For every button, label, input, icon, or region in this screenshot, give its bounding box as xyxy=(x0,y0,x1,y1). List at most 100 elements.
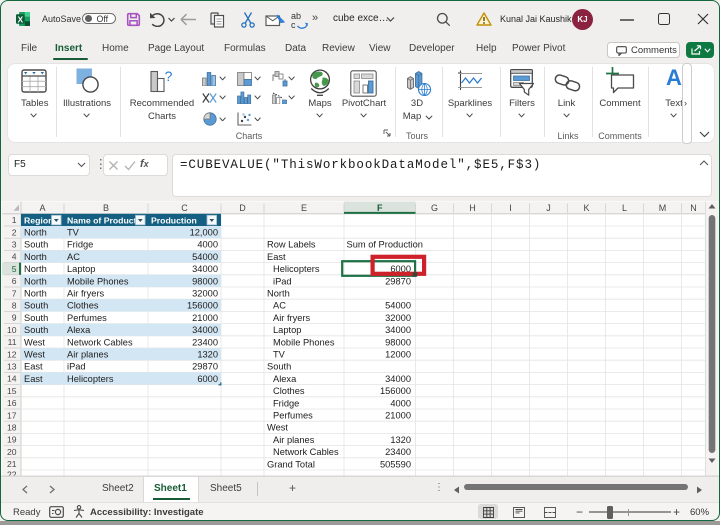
svg-text:East: East xyxy=(267,252,286,262)
svg-text:Mobile Phones: Mobile Phones xyxy=(273,337,335,347)
svg-text:TV: TV xyxy=(273,350,286,360)
svg-text:L: L xyxy=(622,203,627,213)
svg-text:5: 5 xyxy=(12,264,17,274)
svg-text:34000: 34000 xyxy=(192,325,218,335)
svg-text:7: 7 xyxy=(12,288,17,298)
svg-text:Network Cables: Network Cables xyxy=(67,337,133,347)
svg-text:156000: 156000 xyxy=(187,301,218,311)
svg-text:South: South xyxy=(24,240,48,250)
svg-text:West: West xyxy=(24,337,45,347)
svg-text:Production: Production xyxy=(151,215,197,225)
svg-text:South: South xyxy=(267,362,291,372)
svg-text:J: J xyxy=(546,203,551,213)
svg-text:Alexa: Alexa xyxy=(67,325,91,335)
svg-text:M: M xyxy=(659,203,667,213)
svg-text:Sum of Production: Sum of Production xyxy=(347,240,423,250)
svg-text:34000: 34000 xyxy=(385,325,411,335)
svg-text:H: H xyxy=(469,203,476,213)
svg-text:6000: 6000 xyxy=(197,374,218,384)
svg-text:16: 16 xyxy=(7,398,17,408)
svg-text:Air fryers: Air fryers xyxy=(273,313,311,323)
svg-text:West: West xyxy=(267,423,288,433)
svg-text:4: 4 xyxy=(12,252,17,262)
svg-text:East: East xyxy=(24,374,43,384)
svg-text:6: 6 xyxy=(12,276,17,286)
svg-text:2: 2 xyxy=(12,227,17,237)
svg-text:B: B xyxy=(103,203,109,213)
svg-text:North: North xyxy=(24,276,47,286)
svg-text:Mobile Phones: Mobile Phones xyxy=(67,276,129,286)
svg-text:F: F xyxy=(377,203,383,213)
svg-text:North: North xyxy=(24,289,47,299)
svg-text:Fridge: Fridge xyxy=(67,240,93,250)
svg-text:19: 19 xyxy=(7,435,17,445)
svg-text:Laptop: Laptop xyxy=(273,325,301,335)
svg-text:Clothes: Clothes xyxy=(273,386,305,396)
svg-text:West: West xyxy=(24,350,45,360)
svg-text:A: A xyxy=(39,203,45,213)
svg-text:54000: 54000 xyxy=(385,301,411,311)
svg-text:9: 9 xyxy=(12,313,17,323)
svg-text:3: 3 xyxy=(12,240,17,250)
svg-text:29870: 29870 xyxy=(385,276,411,286)
svg-text:Air planes: Air planes xyxy=(273,435,315,445)
svg-text:23400: 23400 xyxy=(192,337,218,347)
svg-text:c: c xyxy=(291,20,296,29)
svg-text:34000: 34000 xyxy=(192,264,218,274)
svg-text:18: 18 xyxy=(7,423,17,433)
svg-text:Alexa: Alexa xyxy=(273,374,297,384)
svg-text:Perfumes: Perfumes xyxy=(67,313,107,323)
svg-text:K: K xyxy=(583,203,589,213)
svg-text:12,000: 12,000 xyxy=(190,228,218,238)
svg-text:98000: 98000 xyxy=(385,337,411,347)
svg-text:Name of Product: Name of Product xyxy=(67,215,137,225)
svg-text:AC: AC xyxy=(273,301,286,311)
svg-text:156000: 156000 xyxy=(380,386,411,396)
svg-text:4000: 4000 xyxy=(197,240,218,250)
svg-text:54000: 54000 xyxy=(192,252,218,262)
svg-text:98000: 98000 xyxy=(192,276,218,286)
svg-text:1320: 1320 xyxy=(390,435,411,445)
svg-text:Row Labels: Row Labels xyxy=(267,240,316,250)
svg-text:Clothes: Clothes xyxy=(67,301,99,311)
svg-text:Fridge: Fridge xyxy=(273,398,299,408)
svg-text:East: East xyxy=(24,362,43,372)
svg-text:South: South xyxy=(24,325,48,335)
svg-text:21000: 21000 xyxy=(385,411,411,421)
svg-text:Perfumes: Perfumes xyxy=(273,411,313,421)
svg-text:34000: 34000 xyxy=(385,374,411,384)
svg-text:?: ? xyxy=(165,69,173,84)
svg-text:21000: 21000 xyxy=(192,313,218,323)
svg-text:21: 21 xyxy=(7,459,17,469)
svg-text:505590: 505590 xyxy=(380,459,411,469)
svg-text:E: E xyxy=(301,203,307,213)
svg-text:1: 1 xyxy=(12,215,17,225)
svg-text:12: 12 xyxy=(7,349,17,359)
svg-text:17: 17 xyxy=(7,410,17,420)
svg-text:TV: TV xyxy=(67,228,80,238)
svg-text:32000: 32000 xyxy=(385,313,411,323)
svg-text:14: 14 xyxy=(7,374,17,384)
svg-text:32000: 32000 xyxy=(192,289,218,299)
svg-text:8: 8 xyxy=(12,301,17,311)
svg-text:D: D xyxy=(239,203,246,213)
svg-text:iPad: iPad xyxy=(273,276,292,286)
svg-text:1320: 1320 xyxy=(197,350,218,360)
svg-text:23400: 23400 xyxy=(385,447,411,457)
svg-text:11: 11 xyxy=(8,337,17,347)
svg-text:Grand Total: Grand Total xyxy=(267,459,315,469)
svg-text:12000: 12000 xyxy=(385,350,411,360)
svg-text:Helicopters: Helicopters xyxy=(67,374,114,384)
svg-text:AC: AC xyxy=(67,252,80,262)
svg-text:C: C xyxy=(181,203,188,213)
svg-text:G: G xyxy=(431,203,438,213)
svg-text:North: North xyxy=(24,228,47,238)
svg-text:Air planes: Air planes xyxy=(67,350,109,360)
svg-text:North: North xyxy=(24,252,47,262)
svg-text:North: North xyxy=(24,264,47,274)
svg-text:I: I xyxy=(509,203,512,213)
svg-text:South: South xyxy=(24,301,48,311)
svg-text:South: South xyxy=(24,313,48,323)
svg-text:10: 10 xyxy=(7,325,17,335)
svg-text:North: North xyxy=(267,289,290,299)
